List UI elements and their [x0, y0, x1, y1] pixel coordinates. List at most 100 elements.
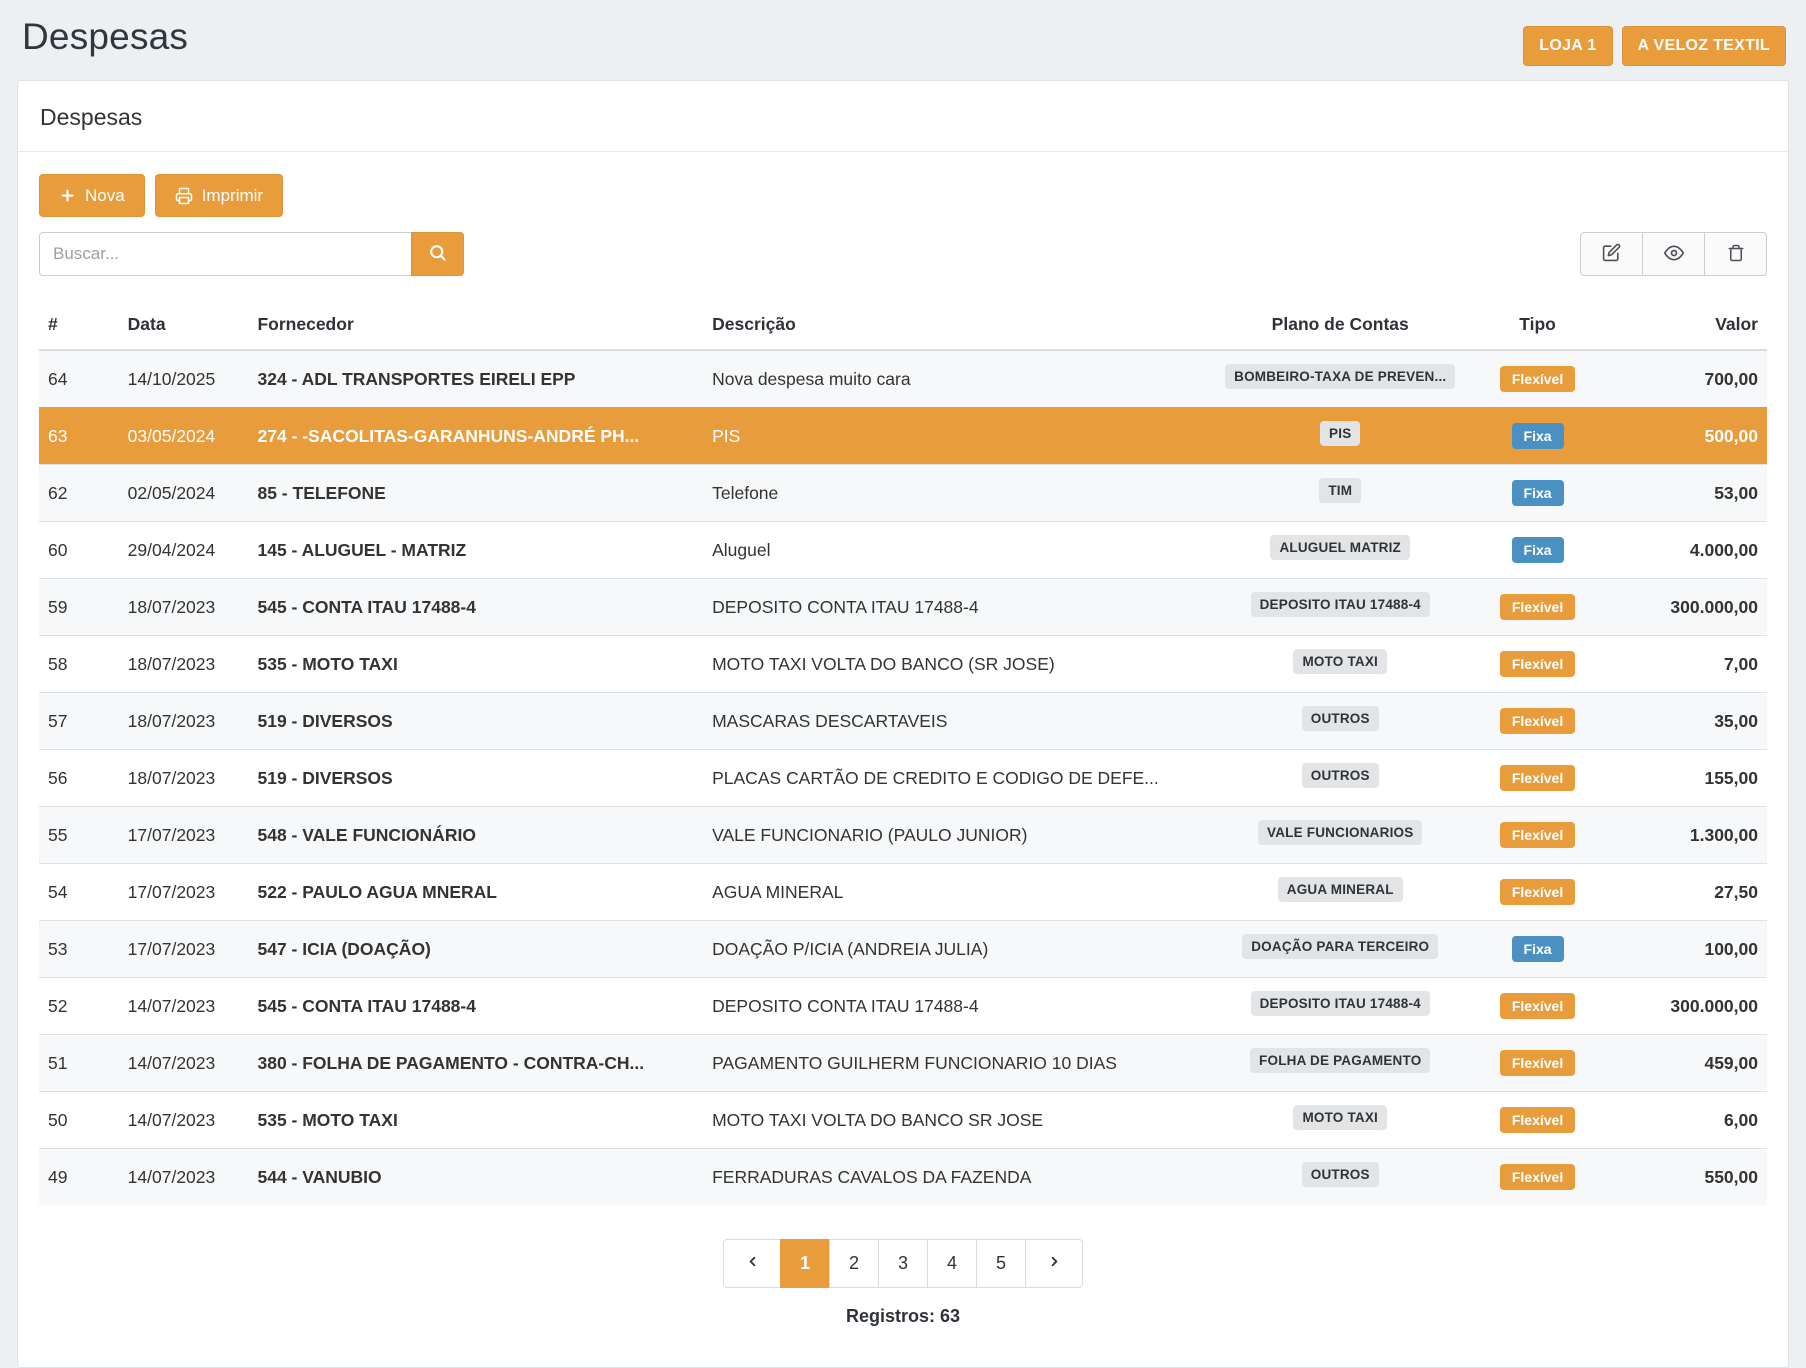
cell-plano: MOTO TAXI — [1208, 636, 1473, 693]
cell-id: 62 — [39, 465, 119, 522]
toolbar: Nova Imprimir — [39, 174, 1767, 217]
cell-id: 63 — [39, 408, 119, 465]
plano-badge: OUTROS — [1302, 1162, 1379, 1187]
cell-data: 18/07/2023 — [119, 579, 249, 636]
cell-valor: 4.000,00 — [1602, 522, 1767, 579]
search-button[interactable] — [411, 232, 464, 276]
table-row[interactable]: 57 18/07/2023 519 - DIVERSOS MASCARAS DE… — [39, 693, 1767, 750]
table-row[interactable]: 50 14/07/2023 535 - MOTO TAXI MOTO TAXI … — [39, 1092, 1767, 1149]
cell-id: 58 — [39, 636, 119, 693]
page-button-2[interactable]: 2 — [829, 1239, 879, 1288]
printer-icon — [175, 187, 193, 205]
tipo-badge: Flexível — [1500, 879, 1575, 905]
pagination-prev-button[interactable] — [723, 1239, 781, 1288]
cell-tipo: Flexível — [1473, 693, 1603, 750]
tipo-badge: Flexível — [1500, 594, 1575, 620]
cell-descricao: MASCARAS DESCARTAVEIS — [703, 693, 1208, 750]
cell-descricao: VALE FUNCIONARIO (PAULO JUNIOR) — [703, 807, 1208, 864]
cell-id: 51 — [39, 1035, 119, 1092]
tipo-badge: Fixa — [1512, 423, 1564, 449]
cell-id: 52 — [39, 978, 119, 1035]
page-button-4[interactable]: 4 — [927, 1239, 977, 1288]
page-button-3[interactable]: 3 — [878, 1239, 928, 1288]
plano-badge: OUTROS — [1302, 706, 1379, 731]
tipo-badge: Flexível — [1500, 1050, 1575, 1076]
cell-plano: BOMBEIRO-TAXA DE PREVEN... — [1208, 350, 1473, 408]
card-body: Nova Imprimir — [18, 152, 1788, 1367]
cell-tipo: Flexível — [1473, 636, 1603, 693]
cell-tipo: Fixa — [1473, 522, 1603, 579]
plano-badge: TIM — [1319, 478, 1361, 503]
table-row[interactable]: 58 18/07/2023 535 - MOTO TAXI MOTO TAXI … — [39, 636, 1767, 693]
cell-plano: FOLHA DE PAGAMENTO — [1208, 1035, 1473, 1092]
table-row[interactable]: 64 14/10/2025 324 - ADL TRANSPORTES EIRE… — [39, 350, 1767, 408]
tipo-badge: Flexível — [1500, 1107, 1575, 1133]
new-expense-button[interactable]: Nova — [39, 174, 145, 217]
plano-badge: MOTO TAXI — [1293, 1105, 1387, 1130]
view-button[interactable] — [1642, 232, 1705, 276]
page-button-1[interactable]: 1 — [780, 1239, 830, 1288]
header-actions: LOJA 1 A VELOZ TEXTIL — [1523, 16, 1786, 66]
cell-fornecedor: 545 - CONTA ITAU 17488-4 — [248, 978, 703, 1035]
cell-valor: 53,00 — [1602, 465, 1767, 522]
table-row[interactable]: 53 17/07/2023 547 - ICIA (DOAÇÃO) DOAÇÃO… — [39, 921, 1767, 978]
table-row[interactable]: 55 17/07/2023 548 - VALE FUNCIONÁRIO VAL… — [39, 807, 1767, 864]
cell-plano: DOAÇÃO PARA TERCEIRO — [1208, 921, 1473, 978]
cell-descricao: PLACAS CARTÃO DE CREDITO E CODIGO DE DEF… — [703, 750, 1208, 807]
cell-data: 29/04/2024 — [119, 522, 249, 579]
table-row[interactable]: 63 03/05/2024 274 - -SACOLITAS-GARANHUNS… — [39, 408, 1767, 465]
cell-data: 14/07/2023 — [119, 1149, 249, 1206]
cell-data: 17/07/2023 — [119, 864, 249, 921]
table-row[interactable]: 62 02/05/2024 85 - TELEFONE Telefone TIM… — [39, 465, 1767, 522]
cell-tipo: Flexível — [1473, 1035, 1603, 1092]
cell-tipo: Fixa — [1473, 408, 1603, 465]
eye-icon — [1664, 243, 1684, 266]
expense-table: # Data Fornecedor Descrição Plano de Con… — [39, 302, 1767, 1205]
tipo-badge: Flexível — [1500, 993, 1575, 1019]
cell-fornecedor: 274 - -SACOLITAS-GARANHUNS-ANDRÉ PH... — [248, 408, 703, 465]
cell-valor: 155,00 — [1602, 750, 1767, 807]
cell-id: 50 — [39, 1092, 119, 1149]
cell-data: 17/07/2023 — [119, 921, 249, 978]
table-row[interactable]: 54 17/07/2023 522 - PAULO AGUA MNERAL AG… — [39, 864, 1767, 921]
cell-fornecedor: 535 - MOTO TAXI — [248, 1092, 703, 1149]
pagination: 12345 — [723, 1239, 1083, 1288]
search-input[interactable] — [39, 232, 411, 276]
plano-badge: ALUGUEL MATRIZ — [1270, 535, 1410, 560]
tipo-badge: Flexível — [1500, 651, 1575, 677]
delete-button[interactable] — [1704, 232, 1767, 276]
col-descricao: Descrição — [703, 302, 1208, 350]
edit-button[interactable] — [1580, 232, 1643, 276]
page-button-5[interactable]: 5 — [976, 1239, 1026, 1288]
cell-descricao: Aluguel — [703, 522, 1208, 579]
print-label: Imprimir — [202, 186, 263, 206]
cell-plano: ALUGUEL MATRIZ — [1208, 522, 1473, 579]
table-row[interactable]: 59 18/07/2023 545 - CONTA ITAU 17488-4 D… — [39, 579, 1767, 636]
cell-valor: 6,00 — [1602, 1092, 1767, 1149]
table-row[interactable]: 49 14/07/2023 544 - VANUBIO FERRADURAS C… — [39, 1149, 1767, 1206]
cell-plano: AGUA MINERAL — [1208, 864, 1473, 921]
col-valor: Valor — [1602, 302, 1767, 350]
table-header: # Data Fornecedor Descrição Plano de Con… — [39, 302, 1767, 350]
cell-descricao: MOTO TAXI VOLTA DO BANCO (SR JOSE) — [703, 636, 1208, 693]
page-header: Despesas LOJA 1 A VELOZ TEXTIL — [0, 0, 1806, 80]
cell-data: 14/07/2023 — [119, 978, 249, 1035]
cell-valor: 7,00 — [1602, 636, 1767, 693]
table-row[interactable]: 52 14/07/2023 545 - CONTA ITAU 17488-4 D… — [39, 978, 1767, 1035]
plano-badge: DEPOSITO ITAU 17488-4 — [1251, 991, 1430, 1016]
cell-fornecedor: 324 - ADL TRANSPORTES EIRELI EPP — [248, 350, 703, 408]
table-row[interactable]: 56 18/07/2023 519 - DIVERSOS PLACAS CART… — [39, 750, 1767, 807]
cell-tipo: Flexível — [1473, 807, 1603, 864]
table-row[interactable]: 60 29/04/2024 145 - ALUGUEL - MATRIZ Alu… — [39, 522, 1767, 579]
company-button[interactable]: A VELOZ TEXTIL — [1622, 26, 1787, 66]
cell-id: 60 — [39, 522, 119, 579]
pagination-next-button[interactable] — [1025, 1239, 1083, 1288]
cell-plano: OUTROS — [1208, 1149, 1473, 1206]
cell-data: 17/07/2023 — [119, 807, 249, 864]
cell-data: 14/07/2023 — [119, 1092, 249, 1149]
store-button[interactable]: LOJA 1 — [1523, 26, 1612, 66]
table-row[interactable]: 51 14/07/2023 380 - FOLHA DE PAGAMENTO -… — [39, 1035, 1767, 1092]
tipo-badge: Flexível — [1500, 1164, 1575, 1190]
cell-valor: 35,00 — [1602, 693, 1767, 750]
print-button[interactable]: Imprimir — [155, 174, 283, 217]
